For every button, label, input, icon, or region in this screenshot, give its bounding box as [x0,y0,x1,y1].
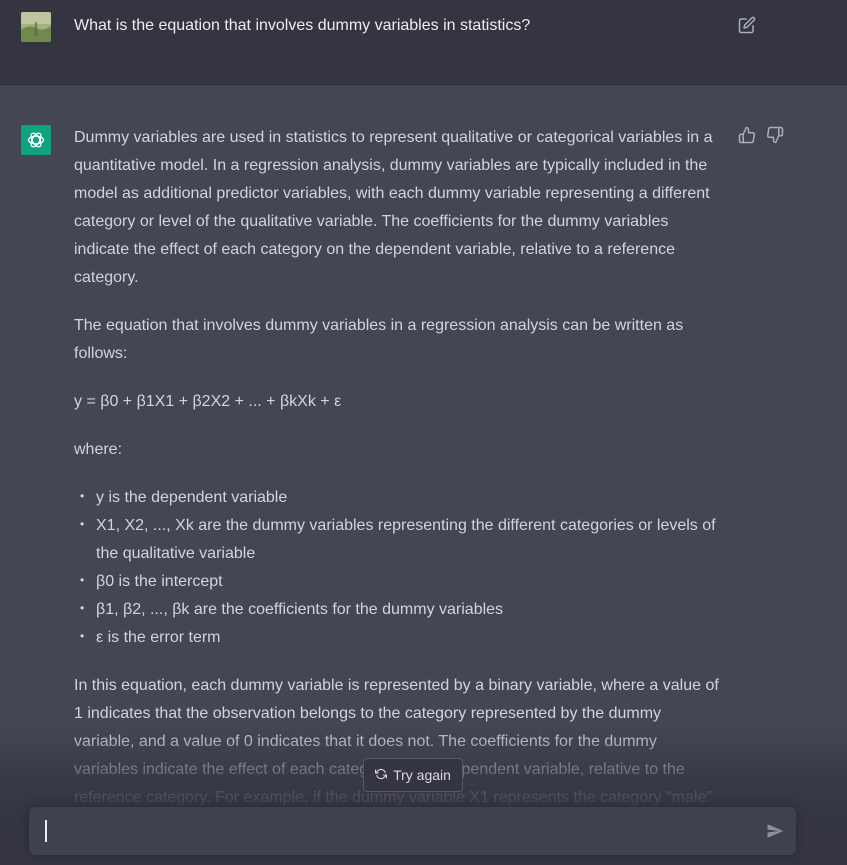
user-avatar-photo [21,12,51,42]
regenerate-icon [375,767,388,783]
assistant-message-row: Dummy variables are used in statistics t… [0,85,847,865]
try-again-label: Try again [393,767,451,783]
answer-paragraph: Dummy variables are used in statistics t… [74,129,713,286]
assistant-answer: Dummy variables are used in statistics t… [74,124,724,860]
definitions-list: y is the dependent variable X1, X2, ...,… [74,482,724,652]
list-item: β0 is the intercept [74,566,724,596]
try-again-button[interactable]: Try again [363,758,463,792]
openai-logo-icon [21,125,51,155]
equation: y = β0 + β1X1 + β2X2 + ... + βkXk + ε [74,393,342,410]
send-icon[interactable] [766,822,784,840]
user-message-text: What is the equation that involves dummy… [74,17,531,34]
edit-icon[interactable] [738,16,756,34]
list-item: ε is the error term [74,622,724,652]
user-avatar [21,12,51,42]
list-item: X1, X2, ..., Xk are the dummy variables … [74,510,724,568]
message-composer [29,807,796,855]
list-item: y is the dependent variable [74,482,724,512]
message-input[interactable] [43,817,747,847]
list-item: β1, β2, ..., βk are the coefficients for… [74,594,724,624]
thumbs-down-icon[interactable] [766,126,784,144]
thumbs-up-icon[interactable] [738,126,756,144]
text-cursor [45,820,47,842]
answer-paragraph: The equation that involves dummy variabl… [74,317,684,362]
answer-paragraph: where: [74,441,123,458]
user-message-row: What is the equation that involves dummy… [0,0,847,85]
